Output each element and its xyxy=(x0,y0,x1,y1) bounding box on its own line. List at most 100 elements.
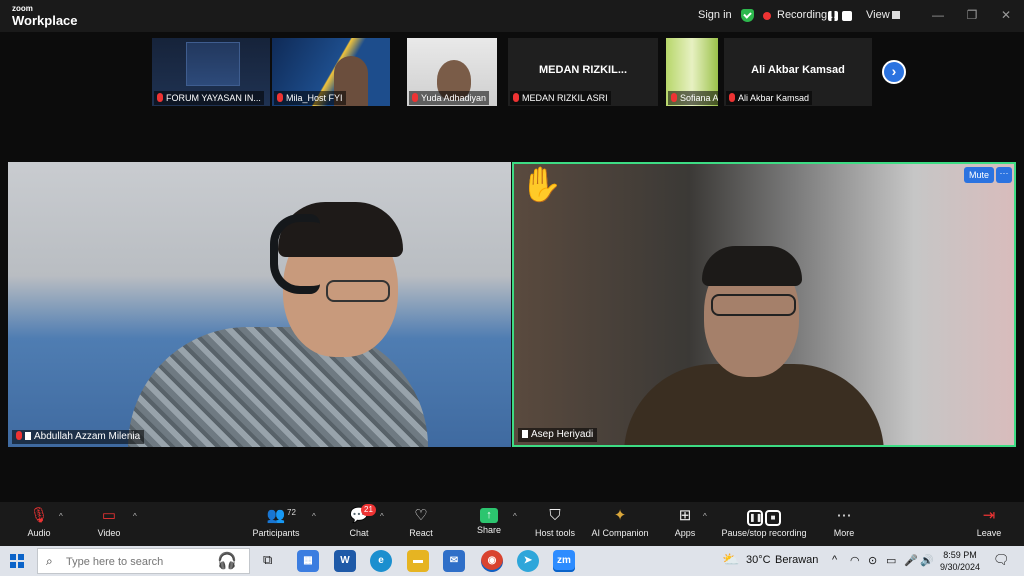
tile-more-options-button[interactable]: ··· xyxy=(996,167,1012,183)
participants-label: Participants xyxy=(252,528,300,538)
telegram-icon[interactable]: ➤ xyxy=(517,550,539,572)
stop-icon: ■ xyxy=(765,510,781,526)
mic-muted-icon xyxy=(671,93,677,102)
mic-muted-icon xyxy=(729,93,735,102)
participant-name: Mila_Host FYI xyxy=(286,93,343,103)
video-button[interactable]: ▭ Video xyxy=(94,506,124,538)
participant-thumb[interactable]: Sofiana Anis xyxy=(666,38,718,106)
apps-options-chevron-icon[interactable]: ^ xyxy=(703,512,707,521)
search-icon: ⌕ xyxy=(46,554,53,568)
participants-button[interactable]: 👥 72 Participants xyxy=(250,506,302,538)
microphone-icon[interactable]: 🎤 xyxy=(904,554,918,567)
show-hidden-icons-chevron-icon[interactable]: ^ xyxy=(832,554,837,566)
video-options-chevron-icon[interactable]: ^ xyxy=(133,512,137,521)
participant-thumb[interactable]: Yuda Adhadiyan xyxy=(407,38,497,106)
ai-companion-button[interactable]: ✦ AI Companion xyxy=(590,506,650,538)
share-options-chevron-icon[interactable]: ^ xyxy=(513,512,517,521)
pin-icon xyxy=(25,432,31,440)
participant-label: FORUM YAYASAN IN... xyxy=(154,91,264,105)
participant-thumb[interactable]: Mila_Host FYI xyxy=(272,38,390,106)
participants-count: 72 xyxy=(287,508,296,517)
chat-label: Chat xyxy=(349,528,369,538)
chat-button[interactable]: 💬 21 Chat xyxy=(346,504,376,538)
taskbar-search-box[interactable]: ⌕ 🎧 xyxy=(37,548,250,574)
taskbar-search-input[interactable] xyxy=(66,553,206,571)
notifications-icon[interactable]: 🗨 xyxy=(993,552,1010,568)
participant-video-hair xyxy=(702,246,802,286)
volume-icon[interactable]: 🔊 xyxy=(920,554,934,567)
apps-icon: ⊞ xyxy=(678,507,692,524)
heart-icon: ♡ xyxy=(414,507,428,524)
encryption-shield-icon[interactable] xyxy=(741,9,754,22)
participant-name: Yuda Adhadiyan xyxy=(421,93,487,103)
apps-button[interactable]: ⊞ Apps xyxy=(671,506,699,538)
tile-name: Abdullah Azzam Milenia xyxy=(34,431,141,442)
glasses-graphic xyxy=(326,280,390,302)
participant-name: Ali Akbar Kamsad xyxy=(738,93,810,103)
weather-temperature[interactable]: 30°C xyxy=(746,554,771,566)
more-label: More xyxy=(833,528,855,538)
pause-stop-recording-button[interactable]: ❚❚ ■ Pause/stop recording xyxy=(718,506,810,538)
restore-icon[interactable]: ❐ xyxy=(964,7,980,23)
share-button[interactable]: ↑ Share xyxy=(474,506,504,535)
weather-cloud-icon[interactable]: ⛅ xyxy=(722,551,739,568)
participant-thumb[interactable]: Ali Akbar Kamsad Ali Akbar Kamsad xyxy=(724,38,872,106)
recording-dot-icon xyxy=(763,12,771,20)
sparkle-icon: ✦ xyxy=(613,507,627,524)
participant-big-name: MEDAN RIZKIL... xyxy=(539,64,627,76)
host-tools-label: Host tools xyxy=(534,528,576,538)
mute-participant-button[interactable]: Mute xyxy=(963,167,994,183)
apps-label: Apps xyxy=(674,528,696,538)
windows-start-icon[interactable] xyxy=(10,554,24,568)
participant-thumb[interactable]: FORUM YAYASAN IN... xyxy=(152,38,270,106)
tile-name-label: Abdullah Azzam Milenia xyxy=(12,430,145,444)
audio-button[interactable]: 🎙 Audio xyxy=(22,506,56,538)
leave-label: Leave xyxy=(976,528,1002,538)
raised-hand-icon: ✋ xyxy=(520,166,563,204)
microsoft-store-icon[interactable]: ▦ xyxy=(297,550,319,572)
edge-icon[interactable]: e xyxy=(370,550,392,572)
brand-line1: zoom xyxy=(12,4,33,13)
weather-description[interactable]: Berawan xyxy=(775,554,818,566)
task-view-icon[interactable]: ⧉ xyxy=(263,552,272,568)
view-grid-icon[interactable] xyxy=(892,11,900,19)
sign-in-link[interactable]: Sign in xyxy=(698,9,732,21)
leave-button[interactable]: ⇥ Leave xyxy=(974,506,1004,538)
more-button[interactable]: ⋯ More xyxy=(830,506,858,538)
word-icon[interactable]: W xyxy=(334,550,356,572)
zoom-taskbar-icon[interactable]: zm xyxy=(553,550,575,572)
react-button[interactable]: ♡ React xyxy=(406,506,436,538)
file-explorer-icon[interactable]: ▬ xyxy=(407,550,429,572)
share-label: Share xyxy=(476,525,502,535)
view-menu[interactable]: View xyxy=(866,9,890,21)
pause-recording-icon[interactable] xyxy=(828,11,838,21)
video-label: Video xyxy=(97,528,121,538)
participant-thumb[interactable]: MEDAN RIZKIL... MEDAN RIZKIL ASRI xyxy=(508,38,658,106)
leave-door-icon: ⇥ xyxy=(982,507,996,524)
mic-muted-icon xyxy=(412,93,418,102)
video-tile-left[interactable]: Abdullah Azzam Milenia xyxy=(8,162,511,447)
stop-recording-icon[interactable] xyxy=(842,11,852,21)
title-bar: zoom Workplace Sign in Recording... View… xyxy=(0,0,1024,32)
meet-now-icon[interactable]: ⊙ xyxy=(868,554,877,567)
mail-icon[interactable]: ✉ xyxy=(443,550,465,572)
video-off-icon: ▭ xyxy=(101,507,117,524)
battery-icon[interactable]: ▭ xyxy=(886,554,896,567)
taskbar-clock[interactable]: 8:59 PM 9/30/2024 xyxy=(936,549,984,573)
close-icon[interactable]: ✕ xyxy=(998,7,1014,23)
minimize-icon[interactable]: — xyxy=(930,7,946,23)
shared-poster-image xyxy=(186,42,240,86)
chrome-icon[interactable]: ◉ xyxy=(481,550,503,572)
next-page-arrow-icon[interactable]: › xyxy=(882,60,906,84)
audio-options-chevron-icon[interactable]: ^ xyxy=(59,512,63,521)
zoom-logo: zoom Workplace xyxy=(12,4,78,28)
participants-options-chevron-icon[interactable]: ^ xyxy=(312,512,316,521)
host-tools-button[interactable]: ⛉ Host tools xyxy=(532,506,578,538)
chat-options-chevron-icon[interactable]: ^ xyxy=(380,512,384,521)
video-tile-right[interactable]: ✋ Mute ··· Asep Heriyadi xyxy=(512,162,1016,447)
pause-stop-recording-label: Pause/stop recording xyxy=(721,528,807,538)
tile-name: Asep Heriyadi xyxy=(531,429,594,440)
participant-label: Mila_Host FYI xyxy=(274,91,346,105)
wifi-icon[interactable]: ◠ xyxy=(850,554,860,567)
participant-video-body xyxy=(128,327,428,447)
